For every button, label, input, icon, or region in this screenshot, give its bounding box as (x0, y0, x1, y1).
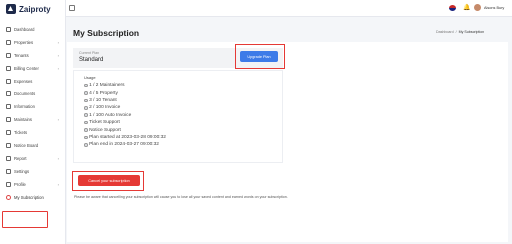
avatar[interactable] (474, 4, 481, 11)
upgrade-plan-button[interactable]: Upgrade Plan (240, 51, 278, 62)
document-icon (6, 91, 11, 97)
usage-item: 2 / 100 Invoice (84, 104, 274, 111)
sidebar-item-profile[interactable]: Profile › (0, 178, 66, 191)
sidebar: Zaiproty Dashboard Properties › Tenants › Bil… (0, 0, 66, 244)
sidebar-item-properties[interactable]: Properties › (0, 36, 66, 49)
building-icon (6, 39, 11, 45)
users-icon (6, 52, 11, 58)
usage-item-text: Ticket Support (89, 120, 120, 126)
sidebar-item-label: Report (14, 155, 27, 161)
usage-item-text: Plan started at 2023-03-28 09:00:32 (89, 134, 166, 140)
bullet-icon (84, 91, 88, 95)
usage-item-text: 1 / 2 Maintainers (89, 83, 125, 89)
sidebar-item-tenants[interactable]: Tenants › (0, 49, 66, 62)
sidebar-item-my-subscription[interactable]: My Subscription (0, 191, 66, 204)
chevron-down-icon: › (57, 155, 59, 161)
subscription-icon (6, 194, 11, 200)
sidebar-item-maintains[interactable]: Maintains › (0, 113, 66, 126)
current-plan-label: Current Plan (79, 51, 100, 55)
usage-item-text: Plan end in 2024-03-27 09:00:32 (89, 142, 159, 148)
sidebar-item-notice-board[interactable]: Notice Board (0, 139, 66, 152)
usage-item-text: 3 / 10 Tenant (89, 97, 117, 103)
usage-item-text: 4 / 5 Property (89, 90, 118, 96)
usage-item-text: Notice Support (89, 127, 121, 133)
sidebar-item-label: Maintains (14, 117, 32, 123)
usage-item: 3 / 10 Tenant (84, 97, 274, 104)
breadcrumb-separator: / (455, 30, 457, 34)
bullet-icon (84, 113, 88, 118)
chevron-down-icon: › (57, 117, 59, 123)
sidebar-item-label: Billing Center (14, 65, 39, 71)
sidebar-item-label: Notice Board (14, 142, 39, 148)
chevron-down-icon: › (57, 181, 59, 187)
sidebar-item-label: Profile (14, 181, 26, 187)
sidebar-item-label: Settings (14, 168, 30, 174)
usage-item: 4 / 5 Property (84, 89, 274, 96)
bullet-icon (84, 143, 88, 147)
breadcrumb: Dashboard / My Subscription (436, 30, 484, 34)
bullet-icon (84, 120, 88, 125)
profile-icon (6, 181, 11, 187)
sidebar-item-documents[interactable]: Documents (0, 87, 66, 100)
sidebar-item-report[interactable]: Report › (0, 152, 66, 165)
usage-item: 1 / 2 Maintainers (84, 82, 274, 89)
sidebar-item-label: Information (14, 104, 35, 110)
sidebar-item-label: Dashboard (14, 26, 35, 32)
notice-icon (6, 142, 11, 148)
chevron-down-icon: › (57, 52, 59, 58)
usage-item: Plan started at 2023-03-28 09:00:32 (84, 134, 274, 141)
app-logo[interactable]: Zaiproty (6, 3, 51, 15)
wallet-icon (6, 78, 11, 84)
usage-item-text: 1 / 100 Auto Invoice (89, 112, 132, 118)
sidebar-item-settings[interactable]: Settings (0, 165, 66, 178)
sidebar-nav: Dashboard Properties › Tenants › Billing Cent… (0, 23, 66, 203)
page-title: My Subscription (73, 28, 140, 38)
sidebar-item-tickets[interactable]: Tickets (0, 126, 66, 139)
bullet-icon (84, 128, 88, 132)
bullet-icon (84, 83, 88, 88)
sidebar-item-label: My Subscription (14, 194, 44, 200)
usage-list: 1 / 2 Maintainers 4 / 5 Property 3 / 10 Te… (84, 82, 274, 149)
wrench-icon (6, 117, 11, 123)
bell-icon[interactable]: 🔔 (463, 5, 470, 11)
ticket-icon (6, 130, 11, 136)
annotation-highlight-my-subscription (2, 211, 48, 228)
usage-title: Usage (84, 75, 96, 80)
sidebar-item-information[interactable]: Information (0, 100, 66, 113)
cancel-warning-text: Please be aware that cancelling your sub… (74, 195, 288, 199)
sidebar-item-dashboard[interactable]: Dashboard (0, 23, 66, 36)
menu-toggle-icon[interactable] (69, 5, 75, 11)
sidebar-item-label: Documents (14, 91, 36, 97)
billing-icon (6, 65, 11, 71)
sidebar-item-label: Tenants (14, 52, 29, 58)
breadcrumb-current: My Subscription (458, 30, 485, 34)
usage-item: Notice Support (84, 126, 274, 133)
usage-item: 1 / 100 Auto Invoice (84, 112, 274, 119)
breadcrumb-home[interactable]: Dashboard (436, 30, 454, 34)
sidebar-item-label: Tickets (14, 130, 28, 136)
user-name[interactable]: Alsons Bury (484, 6, 504, 10)
language-flag-icon[interactable] (449, 5, 456, 11)
sidebar-item-label: Expenses (14, 78, 33, 84)
top-bar: 🔔 Alsons Bury (66, 0, 512, 17)
current-plan-value: Standard (79, 57, 104, 63)
app-name: Zaiproty (19, 4, 51, 14)
info-icon (6, 104, 11, 110)
gear-icon (6, 168, 11, 174)
report-icon (6, 155, 11, 161)
dashboard-icon (6, 26, 11, 32)
cancel-subscription-button[interactable]: Cancel your subscription (78, 175, 140, 186)
sidebar-item-expenses[interactable]: Expenses (0, 75, 66, 88)
sidebar-item-label: Properties (14, 39, 34, 45)
bullet-icon (84, 106, 88, 110)
usage-item-text: 2 / 100 Invoice (89, 105, 121, 111)
bullet-icon (84, 135, 88, 140)
chevron-down-icon: › (57, 65, 59, 71)
usage-item: Ticket Support (84, 119, 274, 126)
logo-icon (6, 4, 16, 14)
chevron-down-icon: › (57, 39, 59, 45)
usage-item: Plan end in 2024-03-27 09:00:32 (84, 141, 274, 148)
bullet-icon (84, 98, 88, 103)
sidebar-item-billing-center[interactable]: Billing Center › (0, 62, 66, 75)
